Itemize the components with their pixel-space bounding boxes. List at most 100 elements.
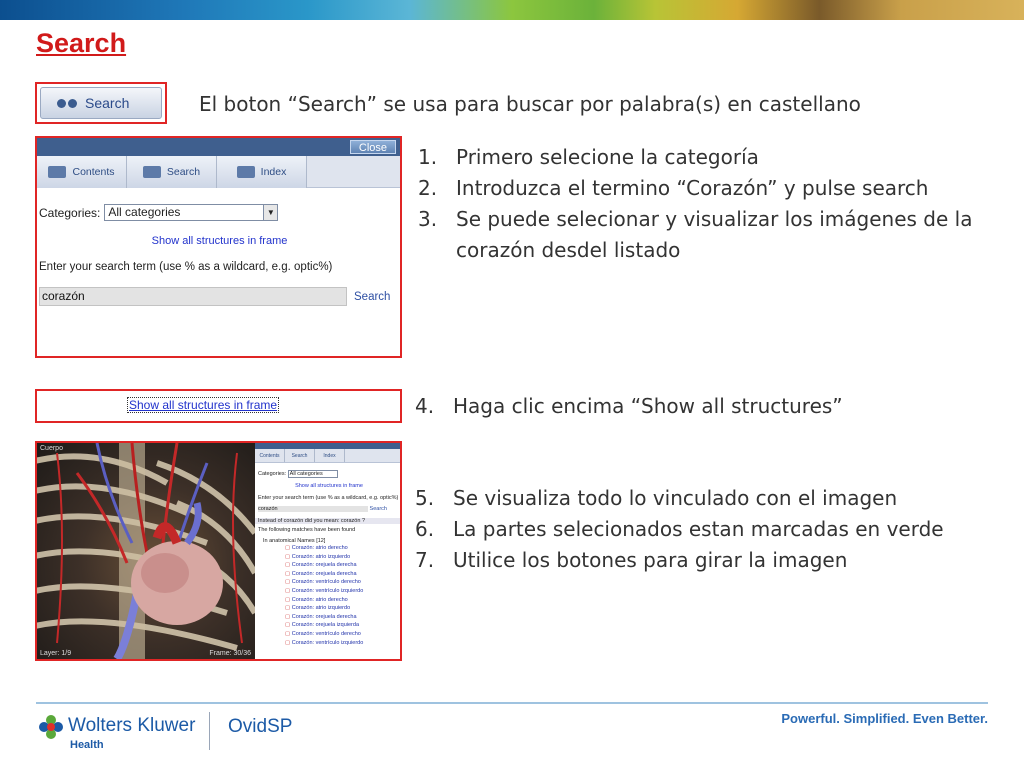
anatomy-3d-viewer[interactable]: Cuerpo Layer: 1/9 Frame: 30/36 — [37, 443, 255, 659]
search-button[interactable]: Search — [40, 87, 162, 119]
results-list: Corazón: atrio derecho Corazón: atrio iz… — [255, 544, 400, 647]
steps-list-4: 4. Haga clic encima “Show all structures… — [415, 391, 1015, 422]
result-label: Corazón: atrio derecho — [285, 597, 348, 603]
list-item-number: 2. — [418, 176, 438, 200]
result-label: Corazón: ventrículo derecho — [285, 579, 361, 585]
search-button-label: Search — [85, 95, 130, 111]
tab-contents-label: Contents — [72, 166, 115, 178]
categories-row: Categories: All categories — [255, 470, 400, 478]
result-label: Corazón: ventrículo izquierdo — [285, 640, 363, 646]
list-item: 7. Utilice los botones para girar la ima… — [415, 545, 1020, 576]
footer: Wolters Kluwer Health OvidSP Powerful. S… — [36, 708, 988, 758]
sidebar-tabs: Contents Search Index — [255, 449, 400, 463]
search-row: corazón Search — [39, 287, 400, 306]
steps-list-1-3: 1. Primero selecione la categoría 2. Int… — [418, 142, 1018, 266]
layer-label: Layer: 1/9 — [40, 650, 72, 657]
did-you-mean: Instead of corazón did you mean: corazón… — [255, 518, 400, 524]
anatomy-viewer-screenshot: Cuerpo Layer: 1/9 Frame: 30/36 Contents … — [35, 441, 402, 661]
show-all-structures-link[interactable]: Show all structures in frame — [39, 235, 400, 247]
list-item-number: 3. — [418, 207, 438, 231]
list-item[interactable]: Corazón: orejuela derecha — [285, 561, 400, 570]
book-icon — [236, 166, 255, 178]
panel-tabs: Contents Search Index — [37, 156, 400, 188]
search-term-input[interactable]: corazón — [39, 287, 347, 306]
intro-text: El boton “Search” se usa para buscar por… — [199, 92, 861, 116]
list-item[interactable]: Corazón: orejuela izquierda — [285, 621, 400, 630]
list-item-number: 5. — [415, 486, 435, 510]
list-item[interactable]: Corazón: ventrículo izquierdo — [285, 587, 400, 596]
list-item[interactable]: Corazón: ventrículo derecho — [285, 630, 400, 639]
list-item-text: Se visualiza todo lo vinculado con el im… — [453, 486, 898, 510]
matches-label: The following matches have been found — [258, 527, 356, 533]
brand-name: Wolters Kluwer — [68, 715, 196, 736]
anatomy-search-sidebar: Contents Search Index Categories: All ca… — [255, 443, 400, 659]
product-name: OvidSP — [228, 716, 293, 737]
list-item[interactable]: Corazón: orejuela derecha — [285, 613, 400, 622]
result-label: Corazón: orejuela izquierda — [285, 622, 359, 628]
categories-selected: All categories — [108, 205, 181, 219]
tab-contents[interactable]: Contents — [37, 156, 127, 188]
tab-index-label: Index — [260, 166, 287, 178]
list-item: 1. Primero selecione la categoría — [418, 142, 1018, 173]
result-label: Corazón: orejuela derecha — [285, 562, 357, 568]
list-item-number: 6. — [415, 517, 435, 541]
footer-divider — [36, 702, 988, 704]
viewer-caption: Cuerpo — [40, 445, 63, 452]
list-item-text: Se puede selecionar y visualizar los imá… — [456, 207, 973, 262]
tab-search[interactable]: Search — [127, 156, 217, 188]
show-all-structures-link[interactable]: Show all structures in frame — [255, 483, 400, 489]
panel-titlebar: Close — [37, 138, 400, 156]
list-item-text: Haga clic encima “Show all structures” — [453, 394, 843, 418]
search-button-sample: Search — [35, 82, 167, 124]
list-item-number: 7. — [415, 548, 435, 572]
list-item-text: Primero selecione la categoría — [456, 145, 759, 169]
categories-select[interactable]: All categories ▼ — [104, 204, 279, 221]
result-label: Corazón: atrio izquierdo — [285, 554, 350, 560]
categories-row: Categories: All categories ▼ — [39, 204, 400, 221]
wolters-kluwer-logo — [38, 714, 64, 740]
result-label: Corazón: ventrículo derecho — [285, 631, 361, 637]
tab-search[interactable]: Search — [285, 449, 315, 462]
list-item[interactable]: Corazón: atrio izquierdo — [285, 604, 400, 613]
logo-mark-icon — [39, 715, 63, 739]
list-item: 2. Introduzca el termino “Corazón” y pul… — [418, 173, 1018, 204]
list-item[interactable]: Corazón: orejuela derecha — [285, 570, 400, 579]
tab-index[interactable]: Index — [315, 449, 345, 462]
result-label: Corazón: orejuela derecha — [285, 571, 357, 577]
slide-title: Search — [36, 28, 127, 58]
result-label: Corazón: orejuela derecha — [285, 614, 357, 620]
search-link[interactable]: Search — [370, 506, 387, 512]
brand-separator — [209, 712, 210, 750]
close-button[interactable]: Close — [349, 140, 396, 154]
brand-sub: Health — [70, 739, 104, 751]
tagline: Powerful. Simplified. Even Better. — [781, 711, 988, 726]
list-item: 6. La partes selecionados estan marcadas… — [415, 514, 1020, 545]
top-banner — [0, 0, 1024, 20]
list-item[interactable]: Corazón: atrio izquierdo — [285, 553, 400, 562]
list-item-text: Introduzca el termino “Corazón” y pulse … — [456, 176, 929, 200]
result-label: Corazón: atrio izquierdo — [285, 605, 350, 611]
show-all-structures-link[interactable]: Show all structures in frame — [127, 397, 280, 413]
search-term-input[interactable]: corazón — [258, 506, 368, 512]
panel-body: Categories: All categories ▼ Show all st… — [37, 188, 400, 306]
list-item[interactable]: Corazón: ventrículo izquierdo — [285, 639, 400, 648]
list-item[interactable]: Corazón: atrio derecho — [285, 544, 400, 553]
list-item: 4. Haga clic encima “Show all structures… — [415, 391, 1015, 422]
contents-icon — [48, 166, 67, 178]
chevron-down-icon: ▼ — [263, 205, 278, 220]
result-label: Corazón: atrio derecho — [285, 545, 348, 551]
frame-label: Frame: 30/36 — [209, 650, 251, 657]
tab-contents[interactable]: Contents — [255, 449, 285, 462]
tab-index[interactable]: Index — [217, 156, 307, 188]
list-item[interactable]: Corazón: ventrículo derecho — [285, 578, 400, 587]
tab-search-label: Search — [166, 166, 201, 178]
categories-select[interactable]: All categories — [287, 470, 338, 478]
search-link[interactable]: Search — [354, 291, 390, 303]
categories-label: Categories: — [258, 471, 287, 477]
search-row: corazón Search — [255, 506, 400, 512]
categories-label: Categories: — [39, 205, 101, 220]
list-item-number: 1. — [418, 145, 438, 169]
binoculars-icon — [57, 96, 79, 110]
list-item[interactable]: Corazón: atrio derecho — [285, 596, 400, 605]
enter-search-term-label: Enter your search term (use % as a wildc… — [258, 495, 399, 501]
